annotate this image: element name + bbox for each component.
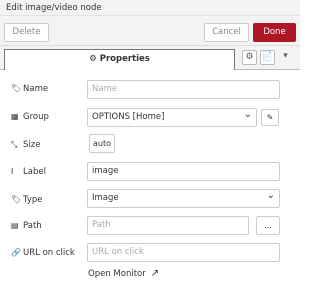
name-input[interactable]: Name [87,80,280,99]
done-button[interactable]: Done [253,23,296,42]
tab-properties[interactable]: ⚙ Properties [4,49,235,70]
table-icon: ▦ [11,112,19,121]
type-select[interactable]: Image [87,187,280,208]
label-input[interactable]: image [87,162,280,181]
dialog-toolbar: Delete Cancel Done [0,16,300,46]
pencil-icon: ✎ [266,113,274,122]
group-select[interactable]: OPTIONS [Home] [87,106,257,127]
browse-path-button[interactable]: ... [256,216,280,235]
url-on-click-input[interactable]: URL on click [87,243,280,262]
edit-group-button[interactable]: ✎ [261,109,279,126]
size-button[interactable]: auto [89,134,115,153]
size-label-text: Size [23,140,41,150]
gear-icon: ⚙ [245,52,254,62]
dialog-title: Edit image/video node [6,3,102,13]
node-settings-button[interactable]: ⚙ [242,50,257,65]
group-label: ▦ Group [11,112,49,122]
url-on-click-label: 🔗 URL on click [11,248,75,258]
tab-bar: ⚙ Properties ⚙ 📄 ▾ [0,46,300,70]
path-label: ▤ Path [11,221,42,231]
delete-button[interactable]: Delete [4,23,49,42]
path-label-text: Path [23,221,42,231]
name-label: 🏷 Name [11,84,48,94]
more-tabs-button[interactable]: ▾ [278,50,293,65]
link-icon: 🔗 [11,248,21,257]
label-label-text: Label [23,167,46,177]
size-label: ⤡ Size [11,140,40,150]
label-label: I Label [11,167,46,177]
tab-properties-label: Properties [99,54,150,64]
type-select-value: Image [92,193,119,203]
document-icon: 📄 [261,52,274,62]
name-label-text: Name [23,84,49,94]
group-select-value: OPTIONS [Home] [92,112,165,122]
node-description-button[interactable]: 📄 [260,50,275,65]
type-label-text: Type [23,195,43,205]
external-link-icon: ↗ [150,268,160,279]
path-icon: ▤ [11,221,19,230]
cancel-button[interactable]: Cancel [204,23,249,42]
text-cursor-icon: I [11,167,14,176]
open-monitor-label: Open Monitor [88,269,146,279]
path-input[interactable]: Path [87,216,249,235]
dialog-titlebar: Edit image/video node [0,0,300,16]
tag-icon: 🏷 [11,195,22,204]
url-on-click-label-text: URL on click [23,248,75,258]
gear-icon: ⚙ [89,54,97,64]
caret-down-icon: ▾ [283,51,288,61]
group-label-text: Group [23,112,49,122]
open-monitor-link[interactable]: Open Monitor ↗ [88,268,159,279]
tag-icon: 🏷 [11,84,22,93]
type-label: 🏷 Type [11,195,43,205]
size-icon: ⤡ [11,140,18,149]
